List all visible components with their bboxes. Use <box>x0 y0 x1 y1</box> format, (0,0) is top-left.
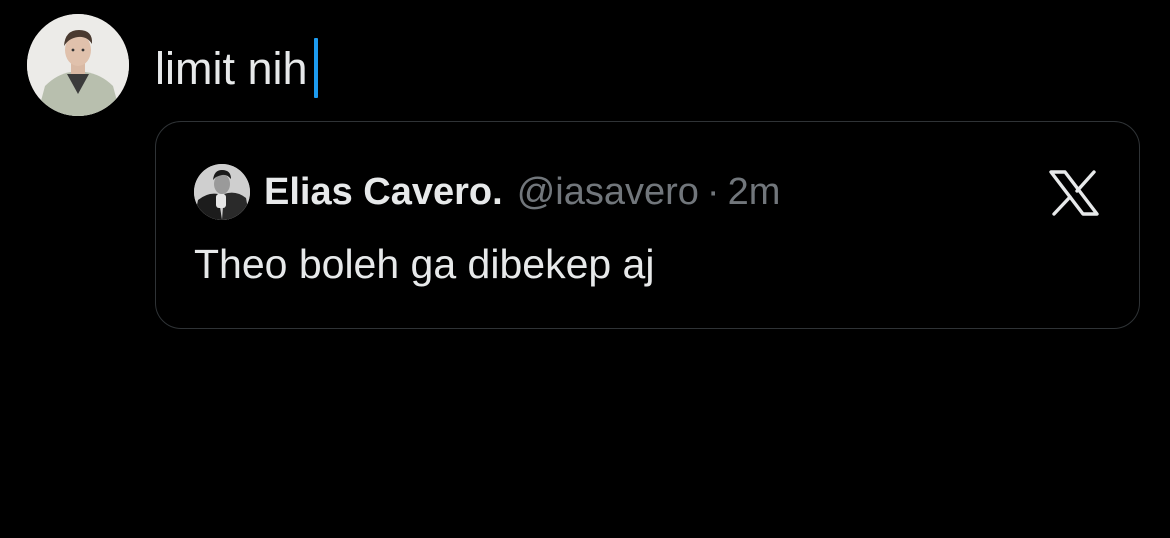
compose-text[interactable]: limit nih <box>155 46 308 91</box>
quoted-post-text: Theo boleh ga dibekep aj <box>194 241 655 287</box>
avatar-photo <box>27 14 129 116</box>
text-caret <box>313 38 318 98</box>
x-logo-icon <box>1049 170 1099 216</box>
compose-input[interactable]: limit nih <box>155 36 318 100</box>
quoted-timestamp: 2m <box>727 170 781 213</box>
quoted-display-name[interactable]: Elias Cavero. <box>264 171 503 214</box>
compose-avatar[interactable] <box>27 14 129 116</box>
quoted-post-card[interactable]: Elias Cavero. @iasavero · 2m Theo boleh … <box>155 121 1140 329</box>
quoted-handle[interactable]: @iasavero <box>517 171 699 214</box>
header-separator: · <box>706 170 720 213</box>
quoted-user-avatar <box>194 164 250 220</box>
quoted-avatar-photo <box>194 164 250 220</box>
quoted-post-header: Elias Cavero. @iasavero · 2m <box>194 164 780 220</box>
